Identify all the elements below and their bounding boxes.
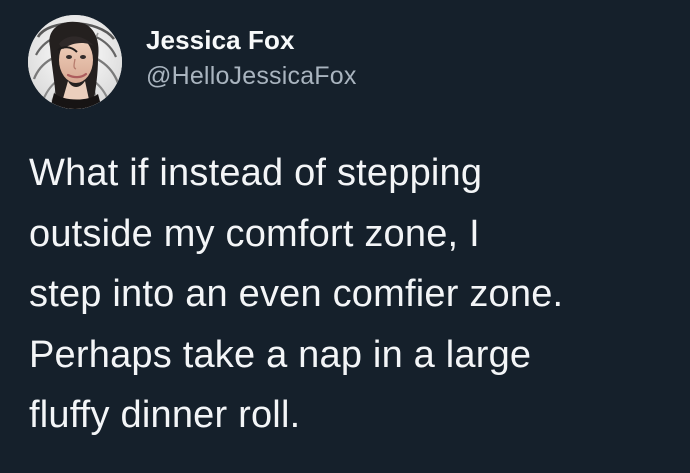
tweet-text-line-3: step into an even comfier zone. <box>29 273 564 315</box>
avatar[interactable] <box>28 15 122 109</box>
username-handle[interactable]: @HelloJessicaFox <box>146 61 357 91</box>
tweet-card: Jessica Fox @HelloJessicaFox What if ins… <box>0 0 690 473</box>
tweet-text-line-4: Perhaps take a nap in a large <box>29 333 532 376</box>
tweet-header: Jessica Fox @HelloJessicaFox <box>28 14 357 110</box>
tweet-text-line-5: fluffy dinner roll. <box>29 394 301 436</box>
tweet-text: What if instead of stepping outside my c… <box>29 143 679 446</box>
user-info: Jessica Fox @HelloJessicaFox <box>146 25 357 91</box>
tweet-text-line-2: outside my comfort zone, I <box>29 212 480 255</box>
tweet-text-line-1: What if instead of stepping <box>29 152 483 194</box>
display-name[interactable]: Jessica Fox <box>146 25 357 55</box>
profile-photo-icon <box>28 15 122 109</box>
